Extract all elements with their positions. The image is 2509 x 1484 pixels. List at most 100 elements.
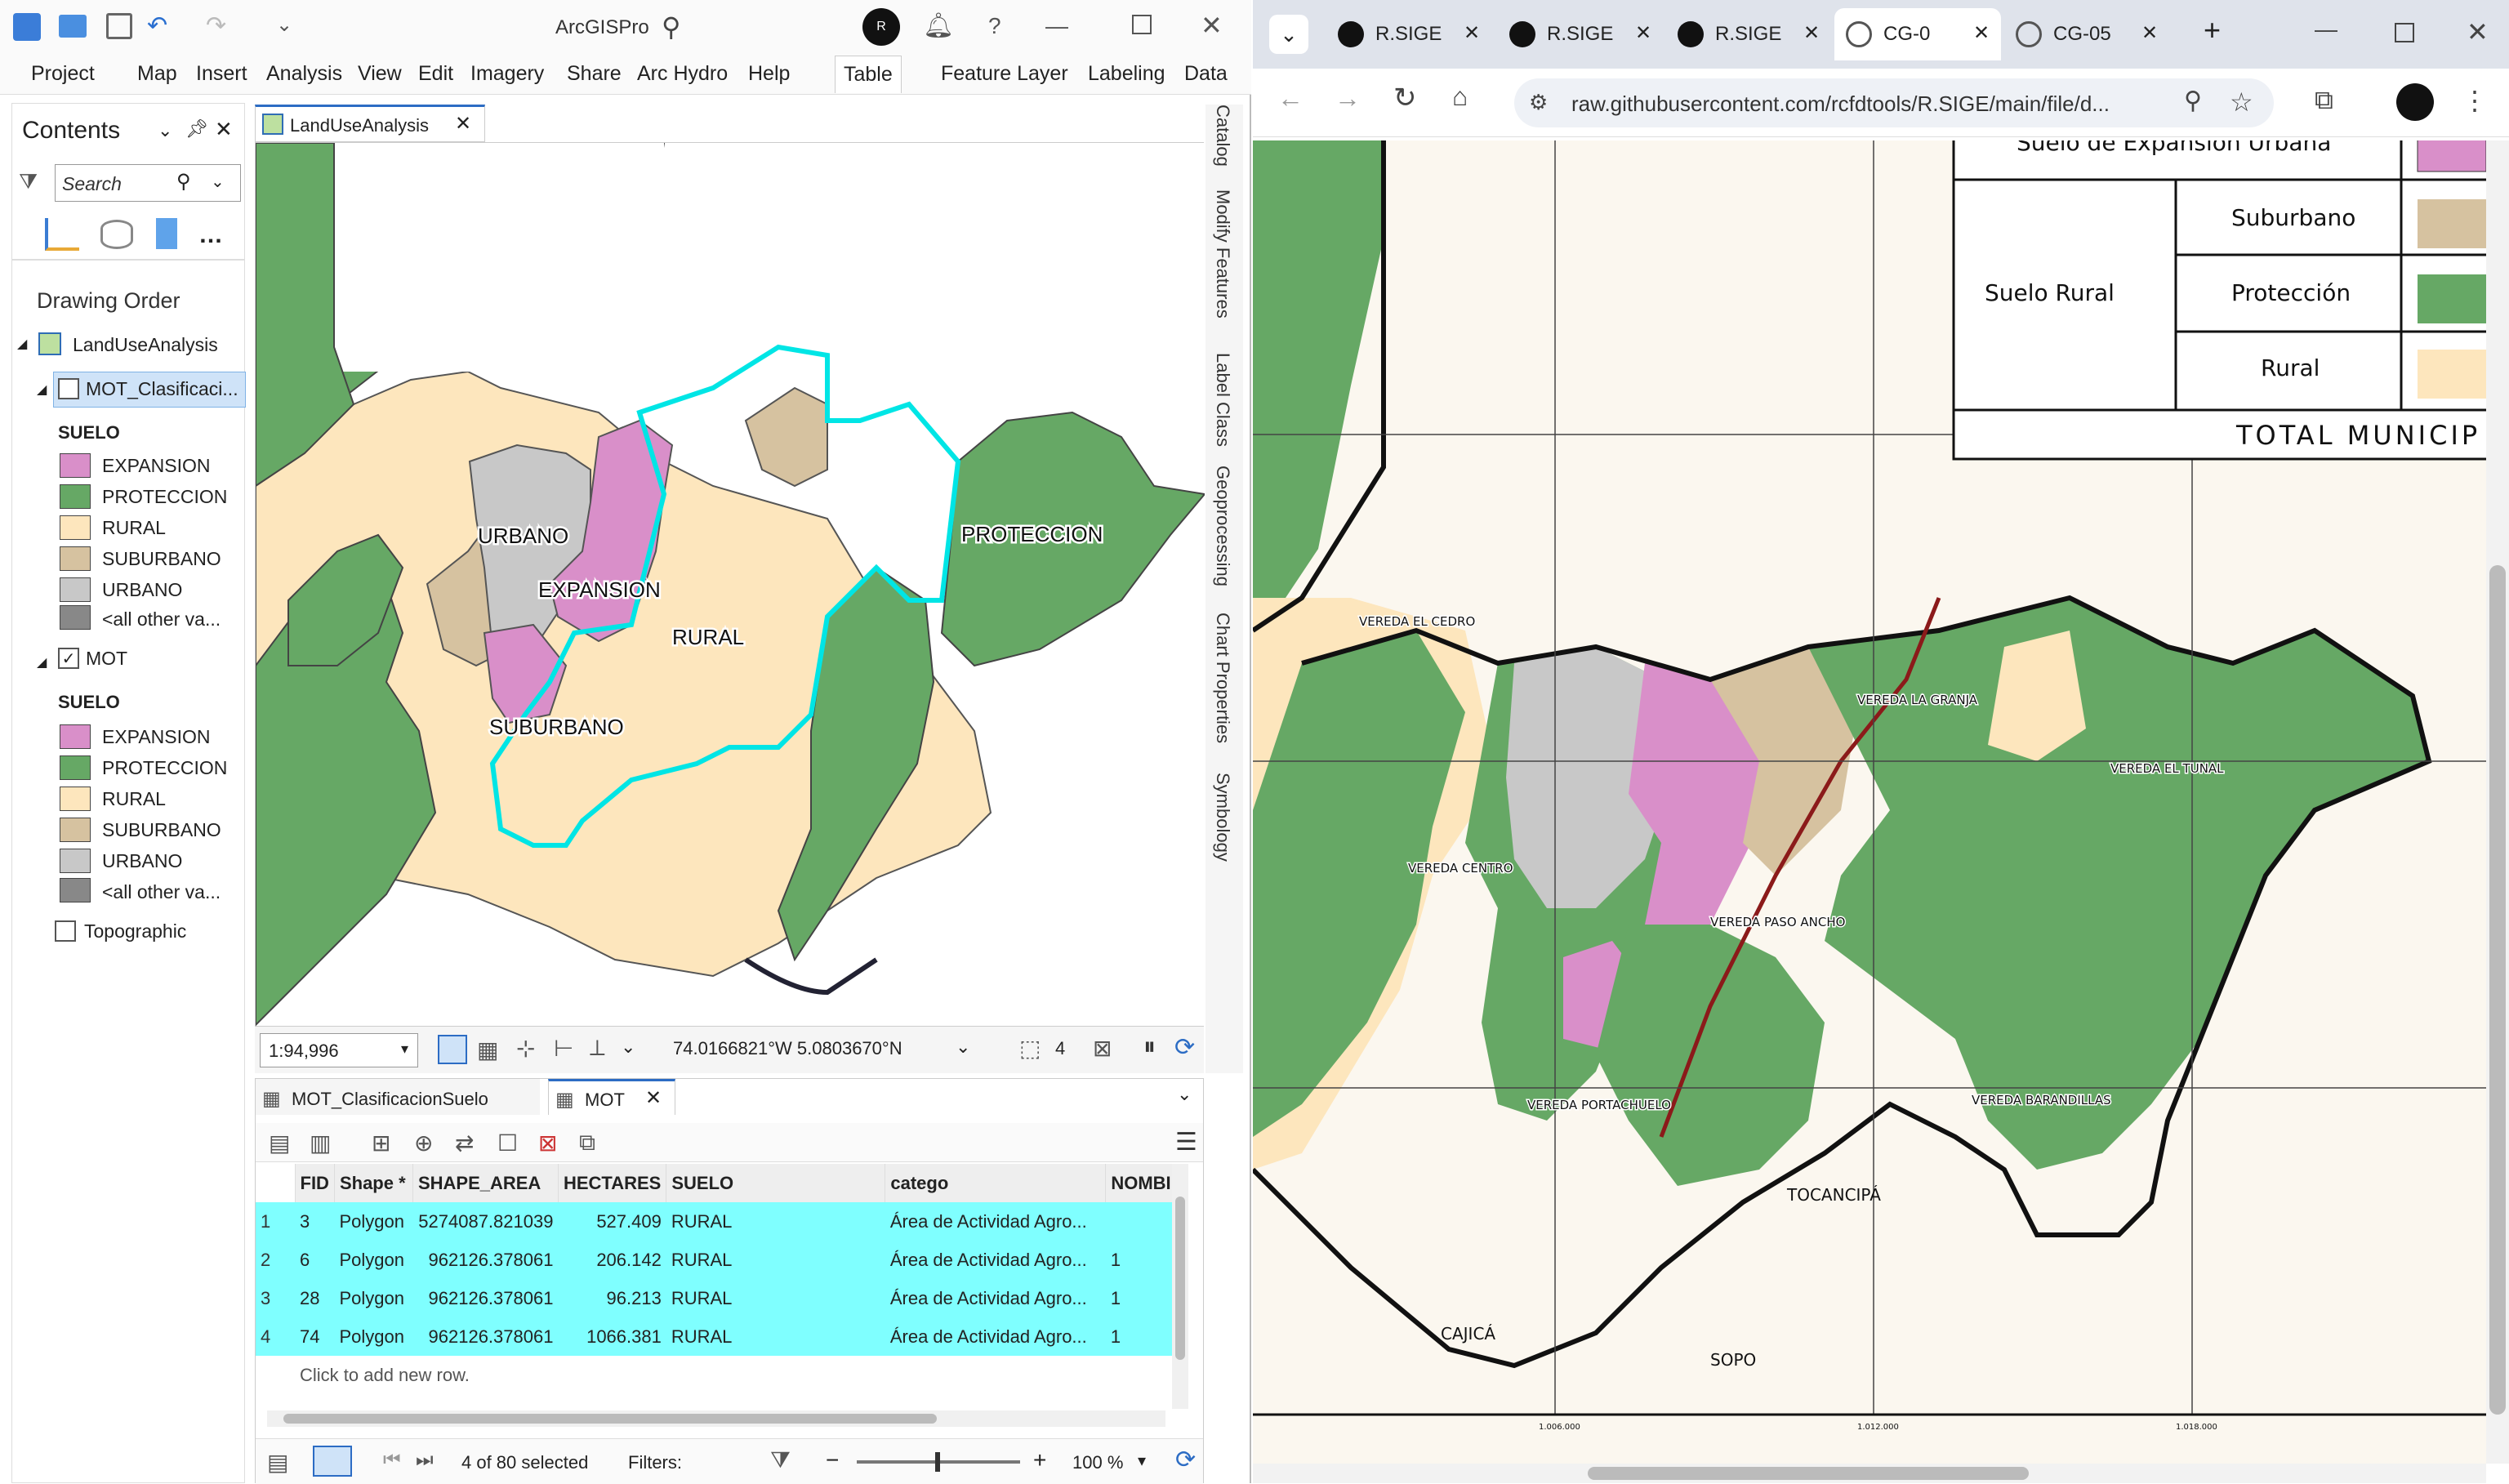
clear-selection-icon[interactable]: ☐	[497, 1130, 518, 1156]
table-row[interactable]: 3 28 Polygon 962126.378061 96.213 RURAL …	[256, 1279, 1184, 1317]
close-icon[interactable]: ✕	[1803, 21, 1820, 45]
cell[interactable]: Área de Actividad Agro...	[885, 1241, 1106, 1279]
layer-visibility-checkbox[interactable]	[55, 920, 76, 942]
close-icon[interactable]: ✕	[2141, 21, 2158, 45]
select-by-attributes-icon[interactable]: ⊞	[372, 1130, 390, 1156]
reload-icon[interactable]: ↻	[1393, 82, 1417, 114]
table-row[interactable]: 1 3 Polygon 5274087.821039 527.409 RURAL…	[256, 1202, 1184, 1241]
tab-view[interactable]: View	[358, 62, 402, 86]
tab-modify-features[interactable]: Modify Features	[1212, 189, 1233, 319]
tab-imagery[interactable]: Imagery	[470, 62, 544, 86]
cell[interactable]: Polygon	[334, 1241, 413, 1279]
chevron-down-icon[interactable]: ▾	[1138, 1451, 1146, 1471]
snapping-icon[interactable]: ⊹	[516, 1035, 535, 1062]
tab-project[interactable]: Project	[31, 62, 95, 86]
column-header[interactable]: HECTARES	[558, 1164, 667, 1202]
close-icon[interactable]: ✕	[2467, 16, 2489, 47]
column-header[interactable]: catego	[885, 1164, 1107, 1202]
fixed-zoom-icon[interactable]	[438, 1035, 467, 1064]
pause-icon[interactable]: ⏸︎	[1143, 1033, 1156, 1061]
scrollbar-thumb[interactable]	[283, 1414, 937, 1424]
tab-chart-properties[interactable]: Chart Properties	[1212, 613, 1233, 743]
list-by-drawing-order-icon[interactable]	[45, 218, 79, 251]
search-icon[interactable]: ⚲	[176, 170, 191, 194]
cell[interactable]: RURAL	[666, 1279, 885, 1317]
pin-icon[interactable]: 📌︎	[185, 118, 208, 140]
layer-name[interactable]: MOT	[86, 648, 127, 670]
filter-icon[interactable]: ⧩	[770, 1447, 791, 1474]
add-row[interactable]: Click to add new row.	[256, 1356, 1184, 1394]
tab-map[interactable]: Map	[137, 62, 177, 86]
cell[interactable]: Polygon	[334, 1202, 413, 1241]
expand-icon[interactable]: ◢	[17, 336, 27, 352]
cell[interactable]: Área de Actividad Agro...	[885, 1279, 1106, 1317]
chevron-down-icon[interactable]: ▾	[401, 1041, 408, 1058]
expand-icon[interactable]: ◢	[37, 381, 47, 398]
close-icon[interactable]: ✕	[1973, 21, 1990, 45]
tab-table[interactable]: Table	[835, 56, 902, 93]
show-all-icon[interactable]: ▤	[267, 1449, 288, 1476]
cell[interactable]: 527.409	[558, 1202, 666, 1241]
table-row[interactable]: 4 74 Polygon 962126.378061 1066.381 RURA…	[256, 1317, 1184, 1356]
tab-feature-layer[interactable]: Feature Layer	[941, 62, 1068, 86]
forward-icon[interactable]: →	[1335, 83, 1361, 114]
vertical-scrollbar[interactable]	[1172, 1164, 1188, 1409]
cell[interactable]: Polygon	[334, 1279, 413, 1317]
url-text[interactable]: raw.githubusercontent.com/rcfdtools/R.SI…	[1571, 91, 2110, 117]
list-by-source-icon[interactable]	[100, 220, 133, 249]
chevron-down-icon[interactable]: ⌄	[158, 120, 172, 141]
chevron-down-icon[interactable]: ⌄	[956, 1036, 970, 1058]
tab-data[interactable]: Data	[1184, 62, 1228, 86]
cell[interactable]: 96.213	[558, 1279, 666, 1317]
cell[interactable]: Área de Actividad Agro...	[885, 1317, 1106, 1356]
search-icon[interactable]: ⚲	[662, 11, 680, 42]
add-field-icon[interactable]: ▥	[310, 1130, 331, 1156]
cell[interactable]: 962126.378061	[412, 1279, 559, 1317]
show-selected-icon[interactable]	[313, 1446, 352, 1477]
site-info-icon[interactable]: ⚙	[1529, 90, 1548, 115]
chevron-down-icon[interactable]: ⌄	[211, 172, 225, 192]
scrollbar-thumb[interactable]	[2489, 565, 2506, 1415]
tab-label-class[interactable]: Label Class	[1212, 353, 1233, 447]
cell[interactable]: 74	[295, 1317, 335, 1356]
zoom-slider[interactable]	[857, 1452, 1020, 1472]
delete-selection-icon[interactable]: ⊠	[538, 1130, 557, 1156]
open-folder-icon[interactable]	[59, 15, 87, 38]
minimize-icon[interactable]: —	[1045, 13, 1068, 39]
chevron-down-icon[interactable]: ⌄	[1177, 1084, 1192, 1105]
tab-search-icon[interactable]: ⌄	[1269, 15, 1308, 54]
column-header[interactable]: SHAPE_AREA	[412, 1164, 559, 1202]
swatch-rural[interactable]	[60, 515, 91, 540]
profile-avatar[interactable]	[2396, 83, 2434, 121]
table-row[interactable]: 2 6 Polygon 962126.378061 206.142 RURAL …	[256, 1241, 1184, 1279]
layer-name[interactable]: Topographic	[84, 920, 186, 943]
last-record-icon[interactable]: ⏭︎	[416, 1449, 434, 1472]
cell[interactable]: Polygon	[334, 1317, 413, 1356]
column-header[interactable]: Shape *	[334, 1164, 413, 1202]
horizontal-scrollbar[interactable]	[267, 1410, 1165, 1427]
field-view-icon[interactable]: ▤	[269, 1130, 290, 1156]
refresh-icon[interactable]: ⟳	[1174, 1033, 1195, 1062]
zoom-out-icon[interactable]: −	[826, 1447, 839, 1473]
column-header[interactable]: FID	[295, 1164, 335, 1202]
cell[interactable]: 28	[295, 1279, 335, 1317]
swatch-suburbano[interactable]	[60, 546, 91, 571]
browser-tab[interactable]: CG-05 ✕	[2004, 8, 2168, 60]
cell[interactable]: 5274087.821039	[412, 1202, 559, 1241]
scrollbar-thumb[interactable]	[1588, 1467, 2029, 1480]
cell[interactable]: 1066.381	[558, 1317, 666, 1356]
close-icon[interactable]: ✕	[1464, 21, 1480, 45]
copy-selection-icon[interactable]: ⧉	[579, 1130, 595, 1156]
menu-icon[interactable]: ☰	[1175, 1128, 1197, 1156]
switch-selection-icon[interactable]: ⇄	[455, 1130, 474, 1156]
table-tab-active[interactable]: ▦ MOT ✕	[548, 1079, 675, 1115]
layer-visibility-checkbox[interactable]	[58, 378, 79, 399]
cell[interactable]: RURAL	[666, 1317, 885, 1356]
zoom-in-icon[interactable]: +	[1033, 1447, 1046, 1473]
land-use-map[interactable]: URBANO EXPANSION RURAL PROTECCION SUBURB…	[256, 143, 1205, 1027]
search-input[interactable]: Search ⚲ ⌄	[55, 164, 241, 202]
scroll-lock-icon[interactable]: ⊠	[1093, 1035, 1112, 1062]
tab-geoprocessing[interactable]: Geoprocessing	[1212, 466, 1233, 586]
correction-icon[interactable]: ⟂	[590, 1035, 605, 1062]
tab-analysis[interactable]: Analysis	[266, 62, 342, 86]
